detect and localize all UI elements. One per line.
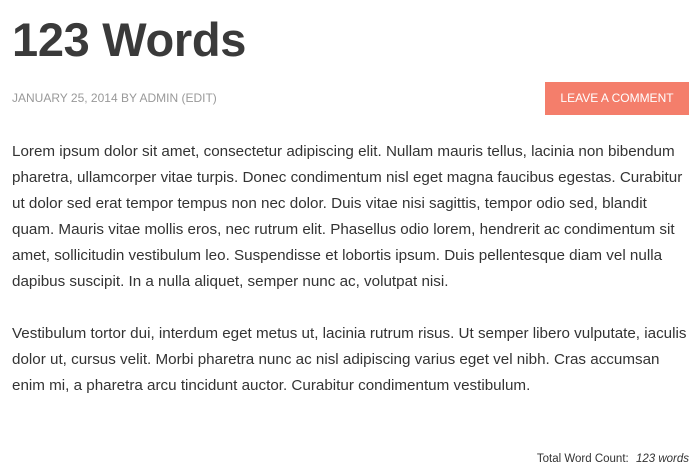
leave-comment-button[interactable]: Leave a comment	[545, 82, 689, 115]
post-meta: January 25, 2014 by admin (Edit)	[12, 91, 217, 105]
post-meta-row: January 25, 2014 by admin (Edit) Leave a…	[12, 82, 689, 115]
word-count-label: Total Word Count:	[536, 453, 629, 465]
post-date-link[interactable]: January 25, 2014	[12, 91, 118, 105]
post-author-link[interactable]: admin	[139, 91, 178, 105]
post-title: 123 Words	[12, 13, 247, 66]
word-count: Total Word Count: 123 words	[537, 453, 689, 465]
content-paragraph: Lorem ipsum dolor sit amet, consectetur …	[12, 143, 683, 290]
post-meta-by: by	[120, 91, 137, 105]
content-paragraph: Vestibulum tortor dui, interdum eget met…	[12, 325, 687, 394]
entry-content: Lorem ipsum dolor sit amet, consectetur …	[12, 139, 689, 425]
word-count-value: 123 words	[635, 453, 689, 465]
post-edit-link[interactable]: (Edit)	[181, 91, 216, 105]
